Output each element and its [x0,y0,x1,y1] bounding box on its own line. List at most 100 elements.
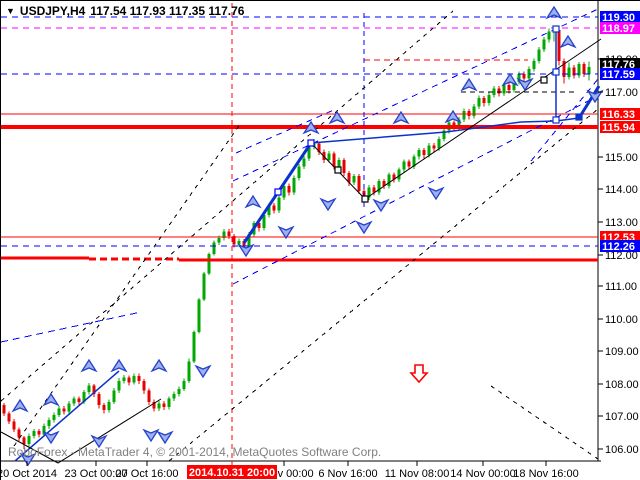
candle [398,170,401,180]
candle [108,402,111,410]
price-tick-label: 106.00 [605,444,639,456]
time-tick-label: 27 Oct 16:00 [116,468,179,480]
candle [33,431,36,436]
candle [303,158,306,166]
trend-channel-line[interactable] [233,9,598,181]
red-down-arrow-icon [411,365,427,382]
candle [483,98,486,103]
candle [13,421,16,429]
object-handle-square[interactable] [553,117,559,123]
fractal-down-arrow-icon [279,227,293,238]
candle [23,438,26,444]
candle [28,436,31,444]
fractal-up-arrow-icon [246,196,260,207]
chart-canvas[interactable]: 118.00117.00115.00114.00113.00112.00111.… [1,1,640,480]
fractal-down-arrow-icon [158,432,172,443]
candle [78,399,81,402]
fractal-down-arrow-icon [518,79,532,90]
fractal-up-arrow-icon [462,79,476,90]
platform-watermark: RoboForex - MetaTrader 4, © 2001-2014, M… [8,445,381,459]
candle [433,145,436,148]
fractal-up-arrow-icon [547,7,561,18]
object-handle-square[interactable] [308,140,314,146]
candle [203,274,206,300]
candle [193,332,196,361]
candle [48,420,51,426]
candle [343,160,346,173]
chart-title-line: ▼ USDJPY,H4 117.54 117.93 117.35 117.76 [6,4,244,18]
price-tick-label: 117.00 [605,87,638,99]
candle [408,162,411,167]
candle [588,67,591,74]
time-tick-label: 20 Oct 2014 [1,468,57,480]
candle [353,176,356,182]
price-level-label: 117.59 [602,69,635,81]
candle [338,160,341,166]
candle [583,64,586,74]
time-tick-label: 18 Nov 16:00 [513,468,578,480]
trend-channel-line[interactable] [169,109,598,461]
ohlc-values-label: 117.54 117.93 117.35 117.76 [90,4,244,18]
candle [533,61,536,69]
object-handle-square[interactable] [362,196,368,202]
fractal-up-arrow-icon [446,111,460,122]
fractal-down-arrow-icon [144,430,158,441]
candle [58,408,61,414]
candle [523,74,526,79]
trend-channel-line[interactable] [491,386,598,459]
candle [463,111,466,119]
candle [423,150,426,155]
object-handle-square[interactable] [275,189,281,195]
candle [88,386,91,392]
candle [133,376,136,382]
candle [198,300,201,332]
candle [428,145,431,155]
candle [418,150,421,156]
candle [403,162,406,170]
candle [8,413,11,421]
candle [213,243,216,254]
candle [173,394,176,399]
trend-channel-line[interactable] [236,109,336,153]
object-handle-square[interactable] [553,26,559,32]
time-tick-label: 6 Nov 16:00 [318,468,377,480]
price-level-label: 118.97 [602,23,635,35]
price-tick-label: 111.00 [605,281,637,293]
candle [498,88,501,93]
object-handle-square[interactable] [576,114,582,120]
price-tick-label: 115.00 [605,152,638,164]
candle [178,389,181,394]
price-tick-label: 107.00 [605,411,639,423]
price-level-label: 115.94 [602,122,636,134]
symbol-timeframe-label: USDJPY,H4 [20,4,85,18]
candle [293,178,296,193]
candle [473,106,476,116]
candle [543,40,546,50]
candle [228,231,231,236]
highlight-time-label: 2014.10.31 20:00 [189,467,275,479]
price-tick-label: 109.00 [605,346,639,358]
time-tick-label: 11 Nov 08:00 [385,468,450,480]
symbol-dropdown-icon[interactable]: ▼ [6,6,15,16]
candle [558,30,561,61]
fractal-down-arrow-icon [429,188,443,199]
analysis-polyline[interactable] [311,118,579,143]
price-tick-label: 110.00 [605,314,638,326]
fractal-up-arrow-icon [503,74,517,85]
object-handle-square[interactable] [335,167,341,173]
candle [148,391,151,402]
trend-channel-line[interactable] [1,312,141,342]
candle [273,205,276,210]
candle [143,381,146,391]
object-handle-square[interactable] [553,69,559,75]
fractal-up-arrow-icon [112,360,126,371]
candle [568,67,571,77]
candle [168,399,171,407]
trend-channel-line[interactable] [1,11,453,401]
fractal-down-arrow-icon [44,432,58,443]
price-tick-label: 108.00 [605,379,639,391]
candle [438,139,441,149]
candle [113,391,116,402]
object-handle-square[interactable] [541,77,547,83]
fractal-up-arrow-icon [561,36,575,47]
